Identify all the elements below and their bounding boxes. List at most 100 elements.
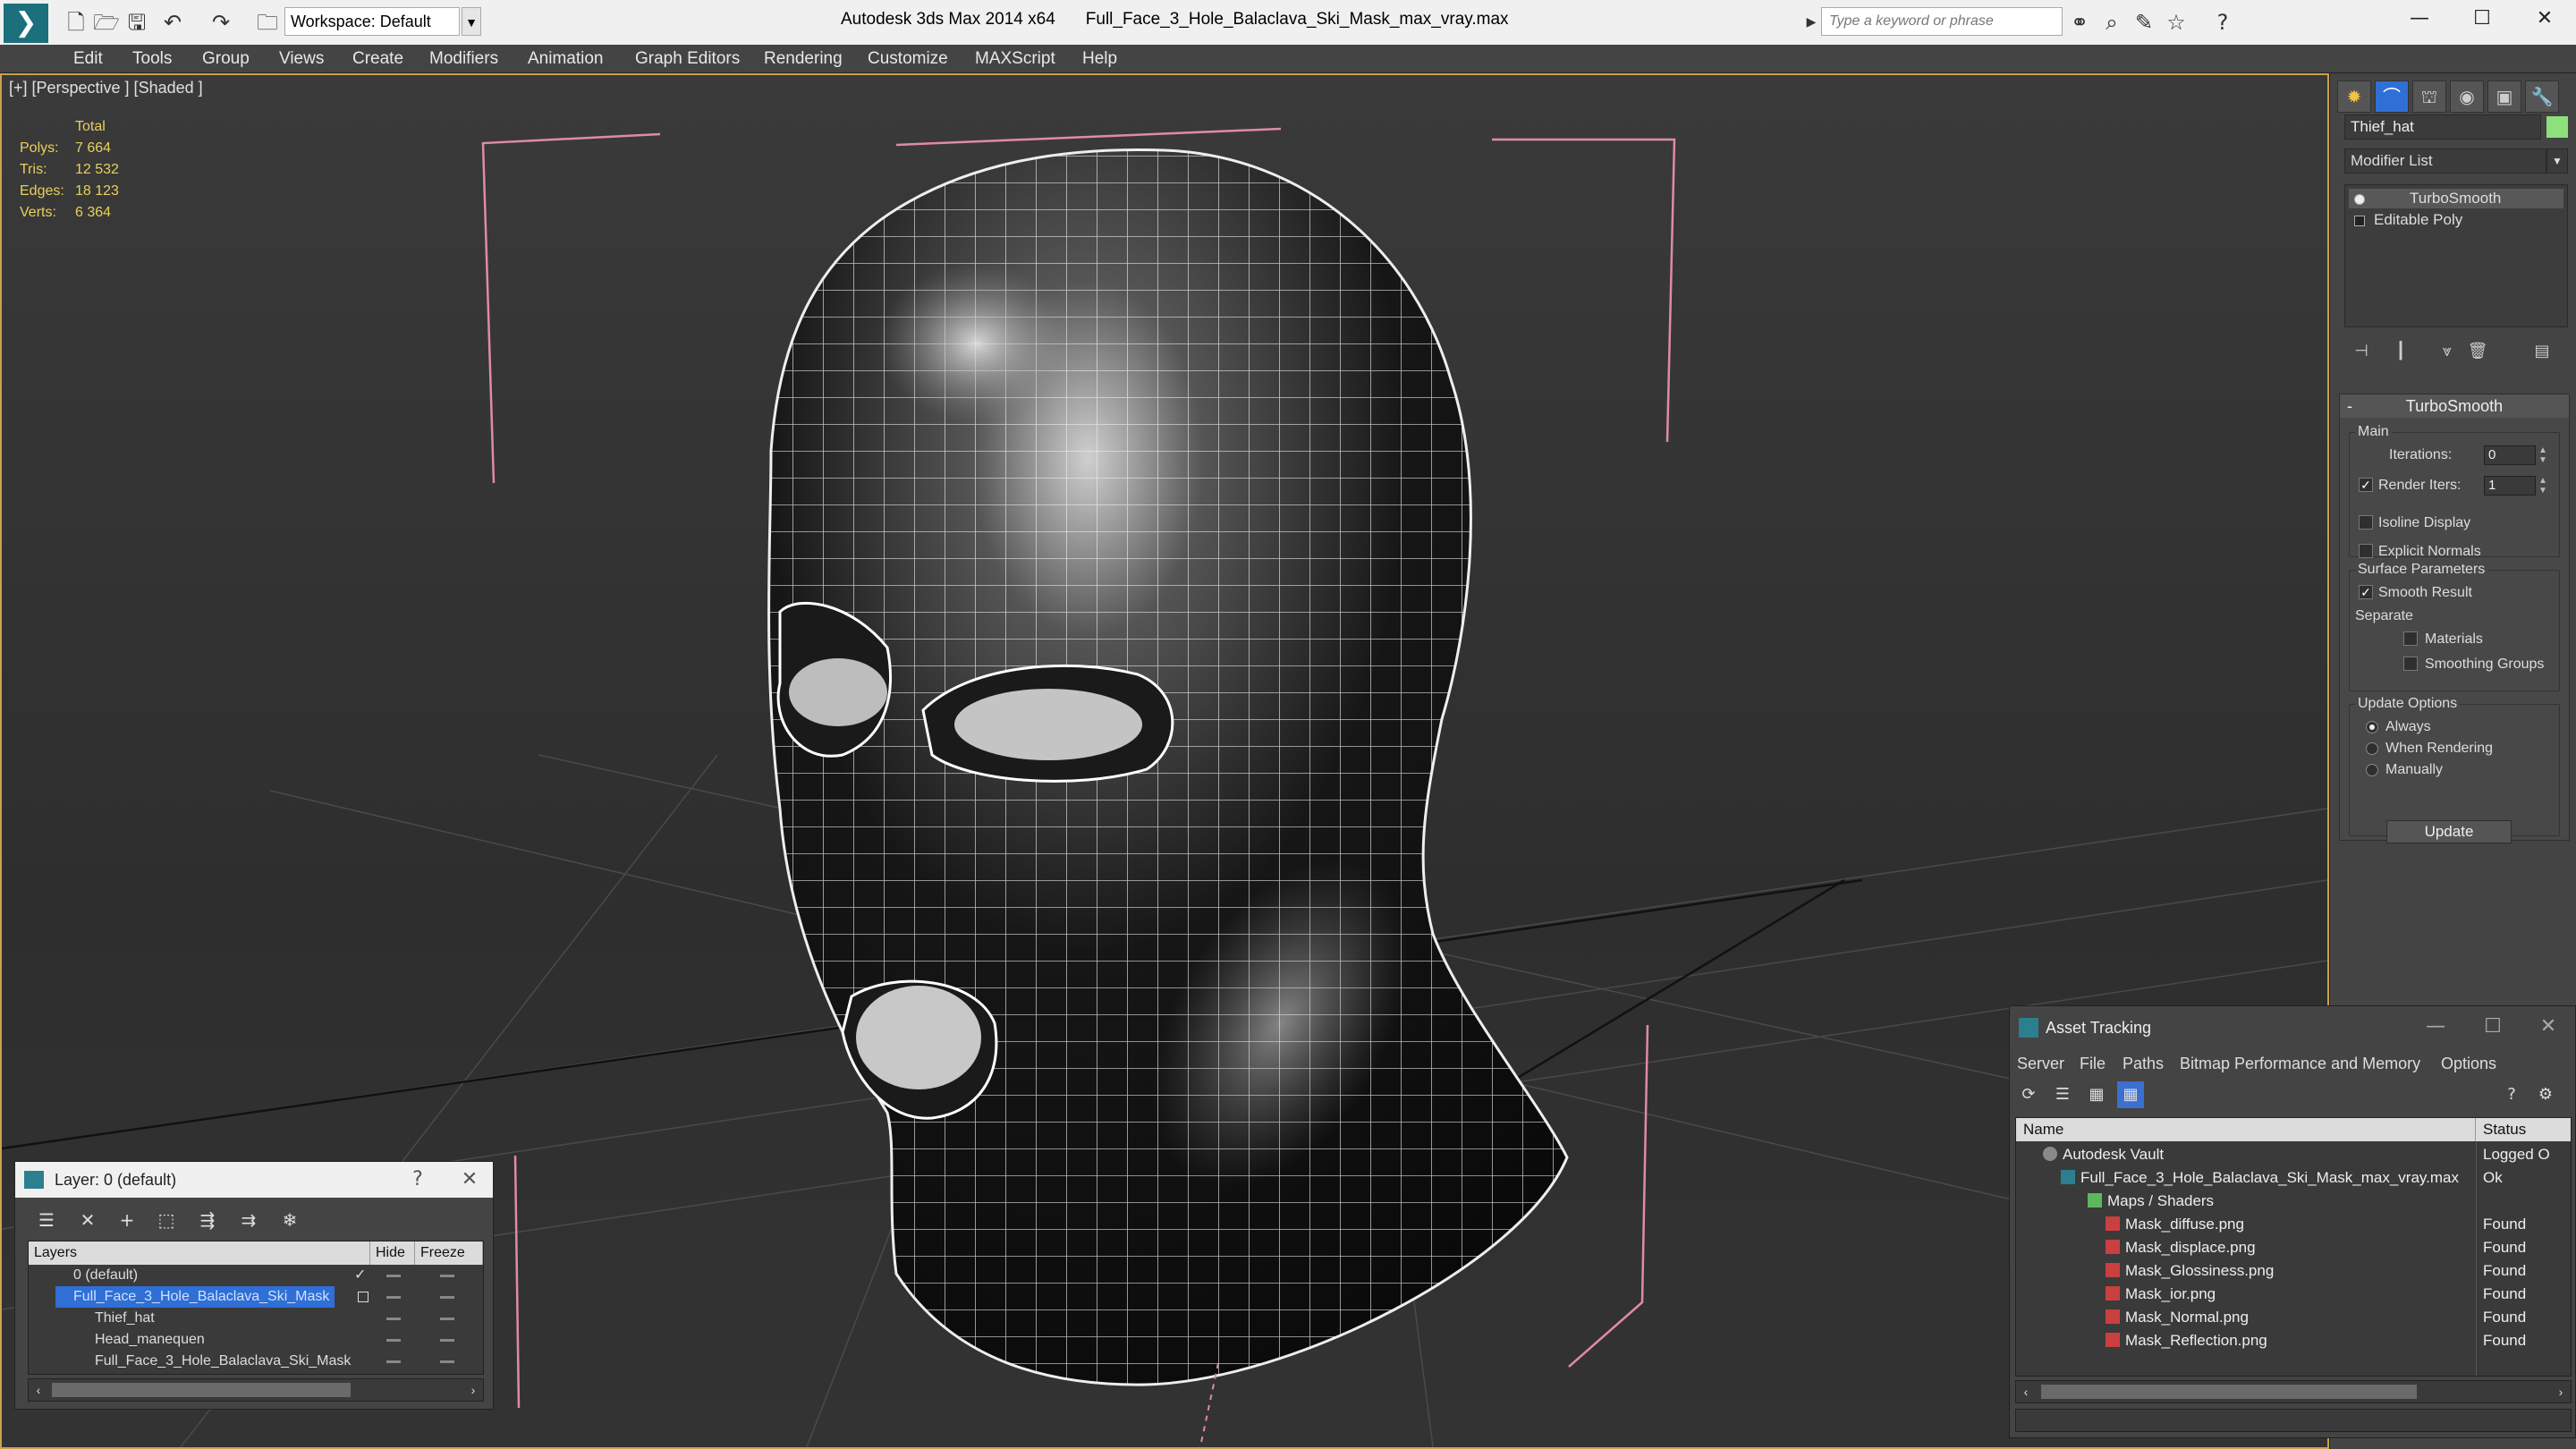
explicit-normals-checkbox[interactable] [2359, 544, 2373, 558]
hierarchy-tab-icon[interactable]: ⛫ [2412, 80, 2446, 113]
refresh-icon[interactable]: ⟳ [2015, 1081, 2042, 1108]
menu-help[interactable]: Help [1082, 45, 1117, 73]
modifier-list-dropdown[interactable]: Modifier List [2344, 148, 2546, 174]
col-status[interactable]: Status [2476, 1118, 2571, 1141]
render-iters-checkbox[interactable]: ✓ [2359, 478, 2373, 492]
update-button[interactable]: Update [2386, 820, 2512, 843]
layer-row[interactable]: Full_Face_3_Hole_Balaclava_Ski_Mask [29, 1351, 483, 1372]
rollout-header[interactable]: - TurboSmooth [2340, 394, 2569, 418]
project-folder-icon[interactable]: 🗀 [254, 9, 281, 36]
manually-radio[interactable] [2366, 764, 2378, 776]
horizontal-scrollbar[interactable]: ‹ › [2015, 1380, 2572, 1403]
list-view-icon[interactable]: ☰ [2049, 1081, 2076, 1108]
materials-checkbox[interactable] [2403, 631, 2418, 646]
render-iters-spinner[interactable]: 1 [2484, 476, 2536, 496]
menu-customize[interactable]: Customize [868, 45, 948, 73]
scroll-thumb[interactable] [52, 1383, 351, 1397]
asset-menu-paths[interactable]: Paths [2123, 1051, 2164, 1076]
smooth-result-checkbox[interactable]: ✓ [2359, 585, 2373, 599]
maximize-icon[interactable]: ☐ [2466, 1006, 2520, 1047]
modify-tab-icon[interactable]: ⌒ [2375, 80, 2409, 113]
col-hide[interactable]: Hide [370, 1241, 415, 1265]
configure-sets-icon[interactable]: ▤ [2529, 338, 2555, 365]
asset-row[interactable]: Mask_diffuse.png Found [2016, 1213, 2571, 1236]
layer-row[interactable]: Thief_hat [29, 1308, 483, 1329]
scroll-thumb[interactable] [2041, 1385, 2417, 1399]
maximize-icon[interactable]: ☐ [2451, 0, 2513, 39]
object-color-swatch[interactable] [2546, 116, 2568, 138]
display-tab-icon[interactable]: ▣ [2487, 80, 2521, 113]
asset-row[interactable]: Full_Face_3_Hole_Balaclava_Ski_Mask_max_… [2016, 1166, 2571, 1190]
asset-menu-options[interactable]: Options [2441, 1051, 2496, 1076]
show-end-result-icon[interactable]: ┃ [2387, 338, 2414, 365]
when-rendering-radio[interactable] [2366, 742, 2378, 755]
save-icon[interactable]: 🖫 [123, 9, 150, 36]
undo-icon[interactable]: ↶ [159, 9, 186, 36]
layer-row[interactable]: Full_Face_3_Hole_Balaclava_Ski_Mask [29, 1286, 483, 1308]
spinner-arrows-icon[interactable]: ▲ ▼ [2538, 445, 2548, 465]
create-tab-icon[interactable]: ✹ [2337, 80, 2371, 113]
lightbulb-icon[interactable] [2354, 193, 2365, 205]
settings-icon[interactable]: ⚙ [2532, 1081, 2559, 1108]
col-layers[interactable]: Layers [29, 1241, 370, 1265]
iterations-spinner[interactable]: 0 [2484, 445, 2536, 465]
expand-icon[interactable] [2354, 215, 2365, 226]
asset-row[interactable]: Autodesk Vault Logged O [2016, 1143, 2571, 1166]
add-layer-icon[interactable]: + [112, 1207, 142, 1233]
select-objects-icon[interactable]: ⬚ [151, 1207, 182, 1233]
close-icon[interactable]: ✕ [452, 1162, 487, 1198]
layer-manager-icon[interactable]: ☰ [31, 1207, 62, 1233]
thumbnail-view-icon[interactable]: ▦ [2083, 1081, 2110, 1108]
smoothing-groups-checkbox[interactable] [2403, 657, 2418, 671]
pin-stack-icon[interactable]: ⊣ [2348, 338, 2375, 365]
hide-all-icon[interactable]: ⇉ [233, 1207, 264, 1233]
scroll-left-icon[interactable]: ‹ [29, 1379, 48, 1401]
layer-row[interactable]: Head_manequen [29, 1329, 483, 1351]
chevron-down-icon[interactable]: ▼ [2546, 148, 2568, 174]
scroll-right-icon[interactable]: › [463, 1379, 483, 1401]
asset-row[interactable]: Mask_Reflection.png Found [2016, 1329, 2571, 1352]
search-icon[interactable]: ⌕ [2098, 9, 2125, 36]
make-unique-icon[interactable]: ⩔ [2434, 338, 2461, 365]
chevron-down-icon[interactable]: ▼ [462, 7, 481, 36]
asset-row[interactable]: Mask_Glossiness.png Found [2016, 1259, 2571, 1283]
asset-menu-bitmap[interactable]: Bitmap Performance and Memory [2180, 1051, 2420, 1076]
help-icon[interactable]: ? [400, 1162, 436, 1198]
help-icon[interactable]: ? [2498, 1081, 2525, 1108]
favorites-star-icon[interactable]: ☆ [2163, 9, 2190, 36]
remove-modifier-icon[interactable]: 🗑 [2464, 338, 2491, 365]
menu-create[interactable]: Create [352, 45, 403, 73]
redo-icon[interactable]: ↷ [208, 9, 234, 36]
isoline-display-checkbox[interactable] [2359, 515, 2373, 530]
new-file-icon[interactable]: 🗋 [63, 9, 89, 36]
asset-row[interactable]: Mask_Normal.png Found [2016, 1306, 2571, 1329]
communication-center-icon[interactable]: ✎ [2131, 9, 2157, 36]
delete-layer-icon[interactable]: ✕ [72, 1207, 103, 1233]
horizontal-scrollbar[interactable]: ‹ › [28, 1378, 484, 1402]
object-name-field[interactable]: Thief_hat [2344, 114, 2541, 140]
menu-maxscript[interactable]: MAXScript [975, 45, 1055, 73]
close-icon[interactable]: ✕ [2513, 0, 2576, 39]
search-input[interactable]: Type a keyword or phrase [1821, 7, 2063, 36]
workspace-dropdown[interactable]: Workspace: Default [284, 7, 460, 36]
menu-group[interactable]: Group [202, 45, 250, 73]
stack-item-turbosmooth[interactable]: TurboSmooth [2349, 189, 2563, 208]
utilities-tab-icon[interactable]: 🔧 [2525, 80, 2559, 113]
col-name[interactable]: Name [2016, 1118, 2476, 1141]
help-icon[interactable]: ? [2209, 9, 2236, 36]
menu-views[interactable]: Views [279, 45, 324, 73]
asset-row[interactable]: Maps / Shaders [2016, 1190, 2571, 1213]
app-logo-icon[interactable]: ❯ [4, 4, 48, 43]
menu-edit[interactable]: Edit [73, 45, 103, 73]
always-radio[interactable] [2366, 721, 2378, 733]
minimize-icon[interactable]: — [2388, 0, 2451, 39]
menu-rendering[interactable]: Rendering [764, 45, 843, 73]
asset-menu-file[interactable]: File [2080, 1051, 2106, 1076]
motion-tab-icon[interactable]: ◉ [2450, 80, 2484, 113]
spinner-arrows-icon[interactable]: ▲ ▼ [2538, 476, 2548, 496]
table-view-icon[interactable]: ▦ [2117, 1081, 2144, 1108]
highlight-layer-icon[interactable]: ⇶ [192, 1207, 223, 1233]
binoculars-icon[interactable]: ⚭ [2066, 9, 2093, 36]
asset-menu-server[interactable]: Server [2017, 1051, 2064, 1076]
freeze-all-icon[interactable]: ❄ [275, 1207, 305, 1233]
